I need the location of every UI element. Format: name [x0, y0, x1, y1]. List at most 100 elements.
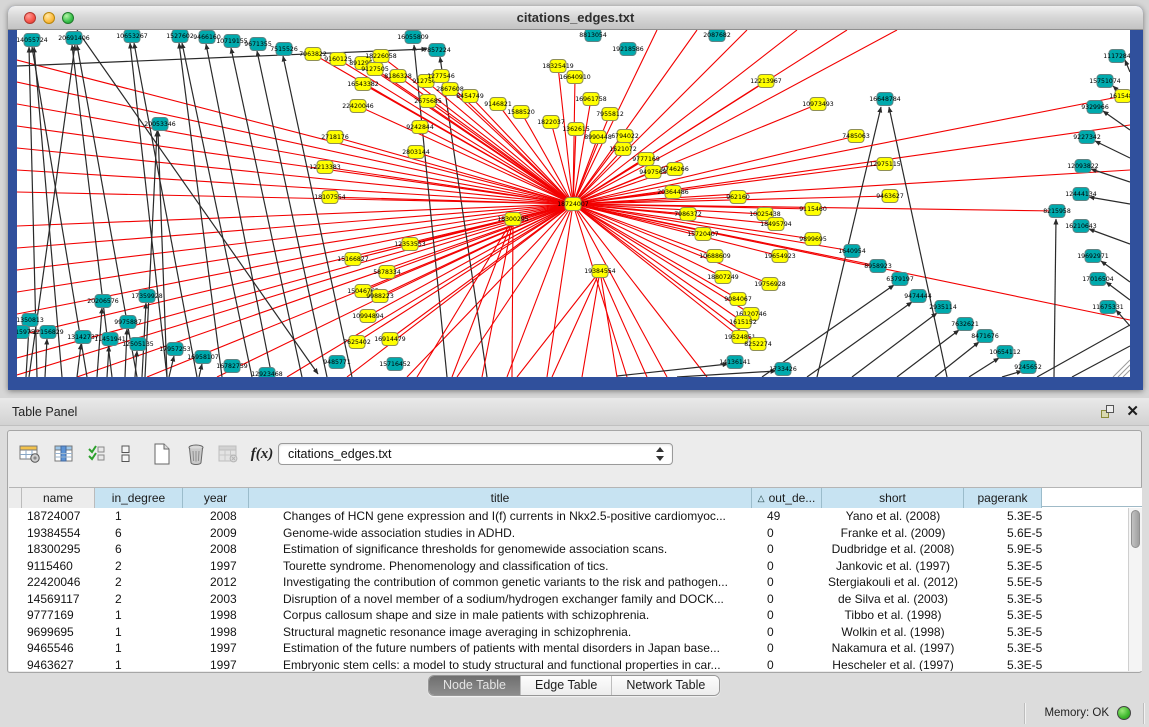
table-body[interactable]: 1872400712008Changes of HCN gene express… [9, 508, 1128, 671]
black-edge[interactable] [969, 358, 999, 377]
graph-node[interactable]: 9084067 [724, 293, 752, 306]
graph-node[interactable]: 16543382 [347, 78, 379, 91]
graph-node[interactable]: 9975887 [114, 316, 142, 329]
graph-node[interactable]: 9463627 [876, 190, 904, 203]
red-edge[interactable] [482, 219, 513, 377]
graph-node[interactable]: 10994894 [352, 310, 384, 323]
table-column-icon[interactable] [50, 441, 78, 467]
black-edge[interactable] [1002, 371, 1022, 377]
graph-node[interactable]: 1733426 [769, 363, 797, 376]
red-edge[interactable] [17, 204, 573, 270]
graph-node[interactable]: 7485063 [842, 130, 870, 143]
black-edge[interactable] [889, 107, 947, 377]
table-row[interactable]: 977716911998Corpus callosum shape and si… [9, 607, 1128, 624]
graph-node[interactable]: 10719155 [216, 35, 248, 48]
table-row[interactable]: 911546021997Tourette syndrome. Phenomeno… [9, 558, 1128, 575]
graph-node[interactable]: 6794022 [611, 130, 639, 143]
red-edge[interactable] [573, 204, 667, 377]
graph-node[interactable]: 1350813 [17, 314, 44, 327]
black-edge[interactable] [1089, 229, 1130, 244]
graph-node[interactable]: 14055724 [17, 34, 48, 47]
red-edge[interactable] [552, 271, 600, 377]
graph-node[interactable]: 7955812 [596, 108, 624, 121]
graph-node[interactable]: 9671355 [244, 38, 272, 51]
graph-node[interactable]: 12353553 [394, 238, 426, 251]
table-row[interactable]: 1938455462009Genome-wide association stu… [9, 525, 1128, 542]
red-edge[interactable] [573, 96, 1123, 204]
black-edge[interactable] [1037, 325, 1130, 377]
graph-node[interactable]: 15716452 [379, 358, 411, 371]
graph-node[interactable]: 8813054 [579, 30, 607, 42]
graph-node[interactable]: 19692971 [1077, 250, 1109, 263]
graph-node[interactable]: 16648784 [869, 93, 901, 106]
black-edge[interactable] [72, 45, 112, 377]
graph-node[interactable]: 1640954 [838, 245, 866, 258]
tab-edge-table[interactable]: Edge Table [521, 676, 612, 695]
black-edge[interactable] [107, 346, 109, 377]
column-header-year[interactable]: year [183, 488, 249, 508]
graph-node[interactable]: 2087682 [703, 30, 731, 42]
graph-node[interactable]: 16914479 [374, 333, 406, 346]
graph-node[interactable]: 18107554 [314, 191, 346, 204]
graph-node[interactable]: 15720407 [687, 228, 719, 241]
graph-node[interactable]: 20364486 [657, 186, 689, 199]
black-edge[interactable] [935, 342, 979, 377]
graph-node[interactable]: 9115460 [799, 203, 827, 216]
graph-node[interactable]: 7625402 [343, 336, 371, 349]
black-edge[interactable] [199, 364, 202, 377]
float-panel-icon[interactable] [1101, 405, 1115, 419]
graph-node[interactable]: 17016504 [1082, 273, 1114, 286]
black-edge[interactable] [1054, 219, 1056, 377]
red-edge[interactable] [17, 204, 573, 226]
table-settings-icon[interactable] [16, 441, 44, 467]
red-edge[interactable] [582, 271, 600, 377]
red-edge[interactable] [600, 271, 647, 377]
column-header-in_degree[interactable]: in_degree [95, 488, 183, 508]
column-header-out_de[interactable]: △out_de... [752, 488, 822, 508]
black-edge[interactable] [617, 364, 728, 376]
graph-node[interactable]: 1117284 [1103, 50, 1130, 63]
column-header-pagerank[interactable]: pagerank [964, 488, 1042, 508]
black-edge[interactable] [677, 371, 776, 377]
black-edge[interactable] [1106, 282, 1130, 300]
tab-network-table[interactable]: Network Table [612, 676, 719, 695]
column-header-name[interactable]: name [22, 488, 95, 508]
graph-node[interactable]: 12213383 [309, 161, 341, 174]
graph-node[interactable]: 9474444 [904, 290, 932, 303]
table-scrollbar[interactable] [1128, 508, 1142, 671]
black-edge[interactable] [807, 302, 912, 377]
black-edge[interactable] [1095, 141, 1130, 158]
red-edge[interactable] [573, 30, 697, 204]
column-header-title[interactable]: title [249, 488, 752, 508]
black-edge[interactable] [852, 313, 937, 377]
table-row[interactable]: 946362711997Embryonic stem cells: a mode… [9, 657, 1128, 672]
graph-node[interactable]: 12923468 [251, 368, 283, 378]
black-edge[interactable] [45, 339, 47, 377]
black-edge[interactable] [1125, 60, 1130, 72]
black-edge[interactable] [77, 30, 318, 374]
black-edge[interactable] [182, 43, 252, 377]
graph-node[interactable]: 1527602 [166, 30, 194, 43]
red-edge[interactable] [600, 271, 617, 377]
red-edge[interactable] [17, 126, 573, 204]
table-row[interactable]: 1456911722003Disruption of a novel membe… [9, 591, 1128, 608]
graph-node[interactable]: 10653267 [116, 30, 148, 43]
graph-node[interactable]: 9160125 [324, 53, 352, 66]
scrollbar-thumb[interactable] [1131, 510, 1140, 548]
red-edge[interactable] [287, 204, 573, 377]
red-edge[interactable] [547, 204, 573, 377]
table-row[interactable]: 2242004622012Investigating the contribut… [9, 574, 1128, 591]
close-panel-icon[interactable]: ✕ [1126, 402, 1139, 420]
graph-node[interactable]: 19384554 [584, 265, 616, 278]
function-icon[interactable]: f(x) [248, 441, 276, 467]
table-row[interactable]: 969969511998Structural magnetic resonanc… [9, 624, 1128, 641]
red-edge[interactable] [368, 204, 573, 316]
graph-node[interactable]: 11675331 [1092, 301, 1124, 314]
red-edge[interactable] [17, 204, 573, 336]
graph-node[interactable]: 16055809 [397, 31, 429, 44]
graph-node[interactable]: 9485771 [323, 356, 351, 369]
table-selector-dropdown[interactable]: citations_edges.txt [278, 443, 673, 465]
graph-node[interactable]: 12975115 [869, 158, 901, 171]
row-height-icon[interactable] [112, 441, 140, 467]
black-edge[interactable] [440, 57, 487, 377]
